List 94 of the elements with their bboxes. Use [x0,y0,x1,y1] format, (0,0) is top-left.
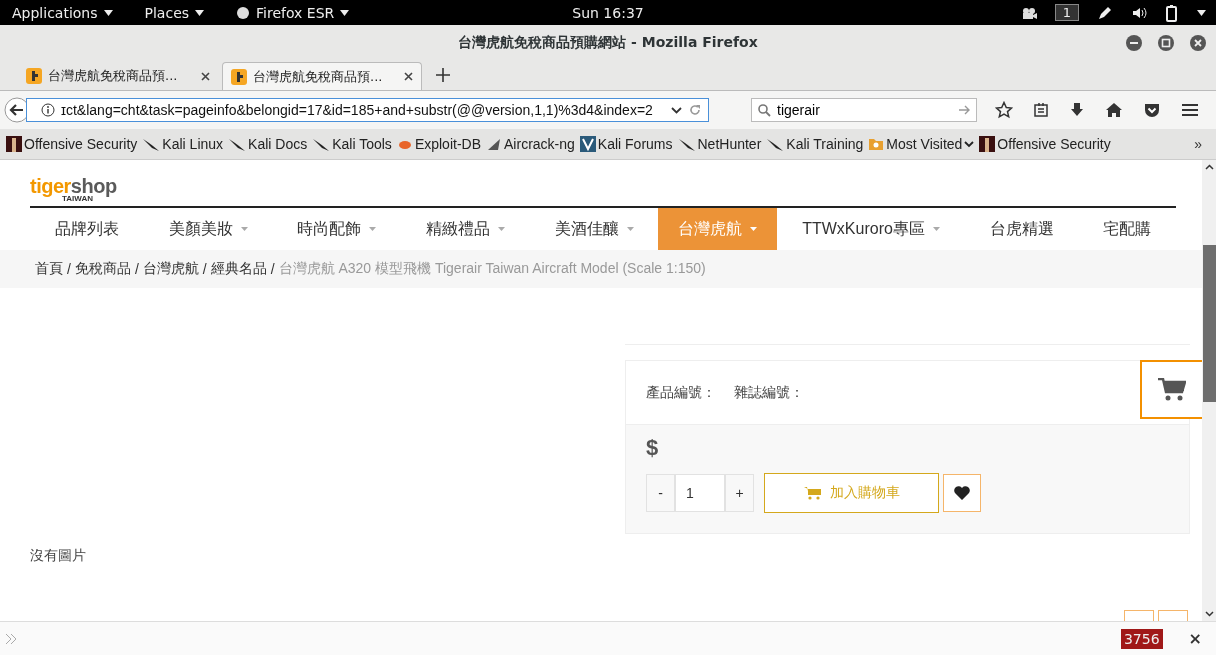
bookmark-item[interactable]: Kali Linux [142,136,224,152]
download-icon[interactable] [1069,102,1085,118]
caret-icon [195,9,205,16]
bookmark-item[interactable]: NetHunter [677,136,762,152]
caret-icon [369,227,377,231]
reload-icon[interactable] [688,103,702,117]
window-title: 台灣虎航免稅商品預購網站 - Mozilla Firefox [458,33,758,52]
cart-icon [1158,377,1186,402]
scrollbar[interactable] [1202,160,1216,621]
caret-icon [626,227,634,231]
nav-menu-item[interactable]: 品牌列表 [30,208,144,250]
system-menu[interactable]: Applications [0,4,125,21]
favicon-icon [26,68,42,84]
bookmark-item[interactable]: Aircrack-ng [486,136,575,152]
info-icon [41,103,55,117]
bookmark-icon [979,136,996,152]
cart-icon [803,486,822,500]
site-logo[interactable]: tigershop TAIWAN [30,177,117,203]
breadcrumb-separator: / [134,261,139,277]
pocket-icon[interactable] [1143,102,1161,118]
wishlist-button[interactable] [943,474,981,512]
bookmark-item[interactable]: Offensive Security [979,136,1111,152]
breadcrumb-separator: / [270,261,275,277]
quantity-field[interactable]: 1 [675,474,725,512]
breadcrumb-link[interactable]: 首頁 [35,260,63,278]
cart-button[interactable] [1140,360,1202,419]
forum-icon [579,136,596,152]
close-tab-icon[interactable] [201,71,210,81]
caret-icon [932,227,940,231]
heart-icon [953,485,971,501]
browser-tab[interactable]: 台灣虎航免稅商品預... [222,62,422,90]
close-icon[interactable] [1190,35,1206,51]
breadcrumb-separator: / [67,261,71,277]
product-code-label: 產品編號： [646,383,716,402]
chevron-icon [964,140,975,148]
camera-icon[interactable] [1020,5,1037,20]
bookmark-item[interactable]: Kali Docs [228,136,308,152]
arrow-icon[interactable] [959,105,971,115]
browser-tab[interactable]: 台灣虎航免稅商品預... [18,62,218,90]
breadcrumb-link[interactable]: 經典名品 [210,260,267,278]
scroll-down-icon[interactable] [1204,611,1214,617]
system-menu[interactable]: Places [132,4,217,21]
battery-icon[interactable] [1165,3,1179,22]
maximize-icon[interactable] [1158,35,1174,51]
nav-menu-item[interactable]: TTWxKuroro專區 [777,208,965,250]
bookmark-icon [6,136,22,152]
favicon-icon [231,68,247,85]
close-tab-icon[interactable] [404,72,413,81]
product-code-label: 雜誌編號： [734,383,804,402]
search-icon [757,103,771,117]
address-field[interactable]: ɪct&lang=cht&task=pageinfo&belongid=17&id=185+and+substr(@@version,1,1)%3d4&index=2 [26,98,709,122]
home-icon[interactable] [1105,102,1123,118]
price: $ [646,435,660,461]
reading-list-icon[interactable] [1033,102,1049,118]
scrollbar-thumb[interactable] [1203,245,1216,402]
nav-menu-item[interactable]: 精緻禮品 [401,208,530,250]
nav-menu-item[interactable]: 美酒佳釀 [529,208,659,250]
nav-menu-item[interactable]: 時尚配飾 [272,208,401,250]
caret-icon [103,9,113,16]
bookmark-item[interactable]: Exploit-DB [396,136,481,152]
bookmark-item[interactable]: Most Visited [868,136,975,152]
breadcrumb-link[interactable]: 台灣虎航 [142,260,199,278]
close-button[interactable]: × [1188,629,1202,648]
caret-icon [497,227,505,231]
star-icon[interactable] [995,101,1013,119]
no-image-text: 沒有圖片 [30,547,86,565]
nav-menu-item[interactable]: 美顏美妝 [143,208,273,250]
search-field[interactable]: tigerair [751,98,977,122]
breadcrumb-separator: / [202,261,207,277]
bookmark-item[interactable]: Kali Forums [579,136,673,152]
caret-icon [750,227,758,231]
workspace-indicator[interactable]: 1 [1054,4,1079,21]
pen-icon[interactable] [1097,4,1113,21]
caret-icon [240,227,248,231]
nav-menu-item[interactable]: 宅配購 [1078,208,1177,250]
system-menu[interactable]: Firefox ESR [224,4,362,21]
breadcrumb-current: 台灣虎航 A320 模型飛機 Tigerair Taiwan Aircraft Model (Scale 1:150) [278,260,706,278]
bookmark-item[interactable]: Kali Training [766,136,864,152]
caret-icon[interactable] [1197,9,1206,16]
caret-icon [340,9,350,16]
folder-icon [868,136,885,152]
minimize-icon[interactable] [1126,35,1142,51]
decrement-button[interactable]: - [646,474,675,512]
bookmark-item[interactable]: Offensive Security [6,136,138,152]
menu-icon[interactable] [1181,102,1199,118]
nav-menu-item[interactable]: 台虎精選 [964,208,1079,250]
bookmark-item[interactable]: Kali Tools [312,136,392,152]
scroll-up-icon[interactable] [1204,164,1214,170]
counter-badge: 3756 [1120,628,1163,649]
increment-button[interactable]: + [725,474,754,512]
clock[interactable]: Sun 16:37 [572,4,644,21]
dropdown-icon[interactable] [671,106,682,114]
more-bookmarks-button[interactable]: » [1194,136,1202,152]
breadcrumb-link[interactable]: 免稅商品 [74,260,131,278]
